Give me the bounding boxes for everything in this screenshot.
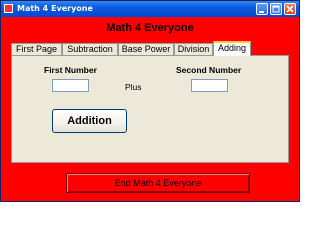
close-button[interactable] — [284, 3, 296, 15]
plus-label: Plus — [125, 82, 142, 92]
addition-button[interactable]: Addition — [52, 109, 127, 133]
app-window: Math 4 Everyone Math 4 Everyone First Pa… — [0, 0, 300, 202]
app-heading: Math 4 Everyone — [106, 22, 194, 34]
tab-division[interactable]: Division — [174, 43, 213, 55]
maximize-button[interactable] — [270, 3, 282, 15]
first-number-input[interactable] — [52, 79, 89, 92]
second-number-label: Second Number — [176, 65, 242, 75]
tab-adding[interactable]: Adding — [213, 41, 251, 56]
maximize-icon — [272, 5, 280, 13]
close-icon — [286, 5, 294, 13]
tab-first-page[interactable]: First Page — [11, 43, 62, 55]
second-number-input[interactable] — [191, 79, 228, 92]
minimize-icon — [259, 11, 264, 13]
tab-base-power[interactable]: Base Power — [118, 43, 174, 55]
title-bar[interactable]: Math 4 Everyone — [1, 1, 299, 17]
minimize-button[interactable] — [256, 3, 268, 15]
end-program-button[interactable]: End Math 4 Everyone — [66, 173, 250, 193]
tab-subtraction[interactable]: Subtraction — [62, 43, 118, 55]
window-title: Math 4 Everyone — [17, 4, 93, 13]
first-number-label: First Number — [44, 65, 97, 75]
app-icon — [4, 4, 13, 13]
adding-panel: First Number Second Number Plus Addition — [11, 55, 289, 163]
